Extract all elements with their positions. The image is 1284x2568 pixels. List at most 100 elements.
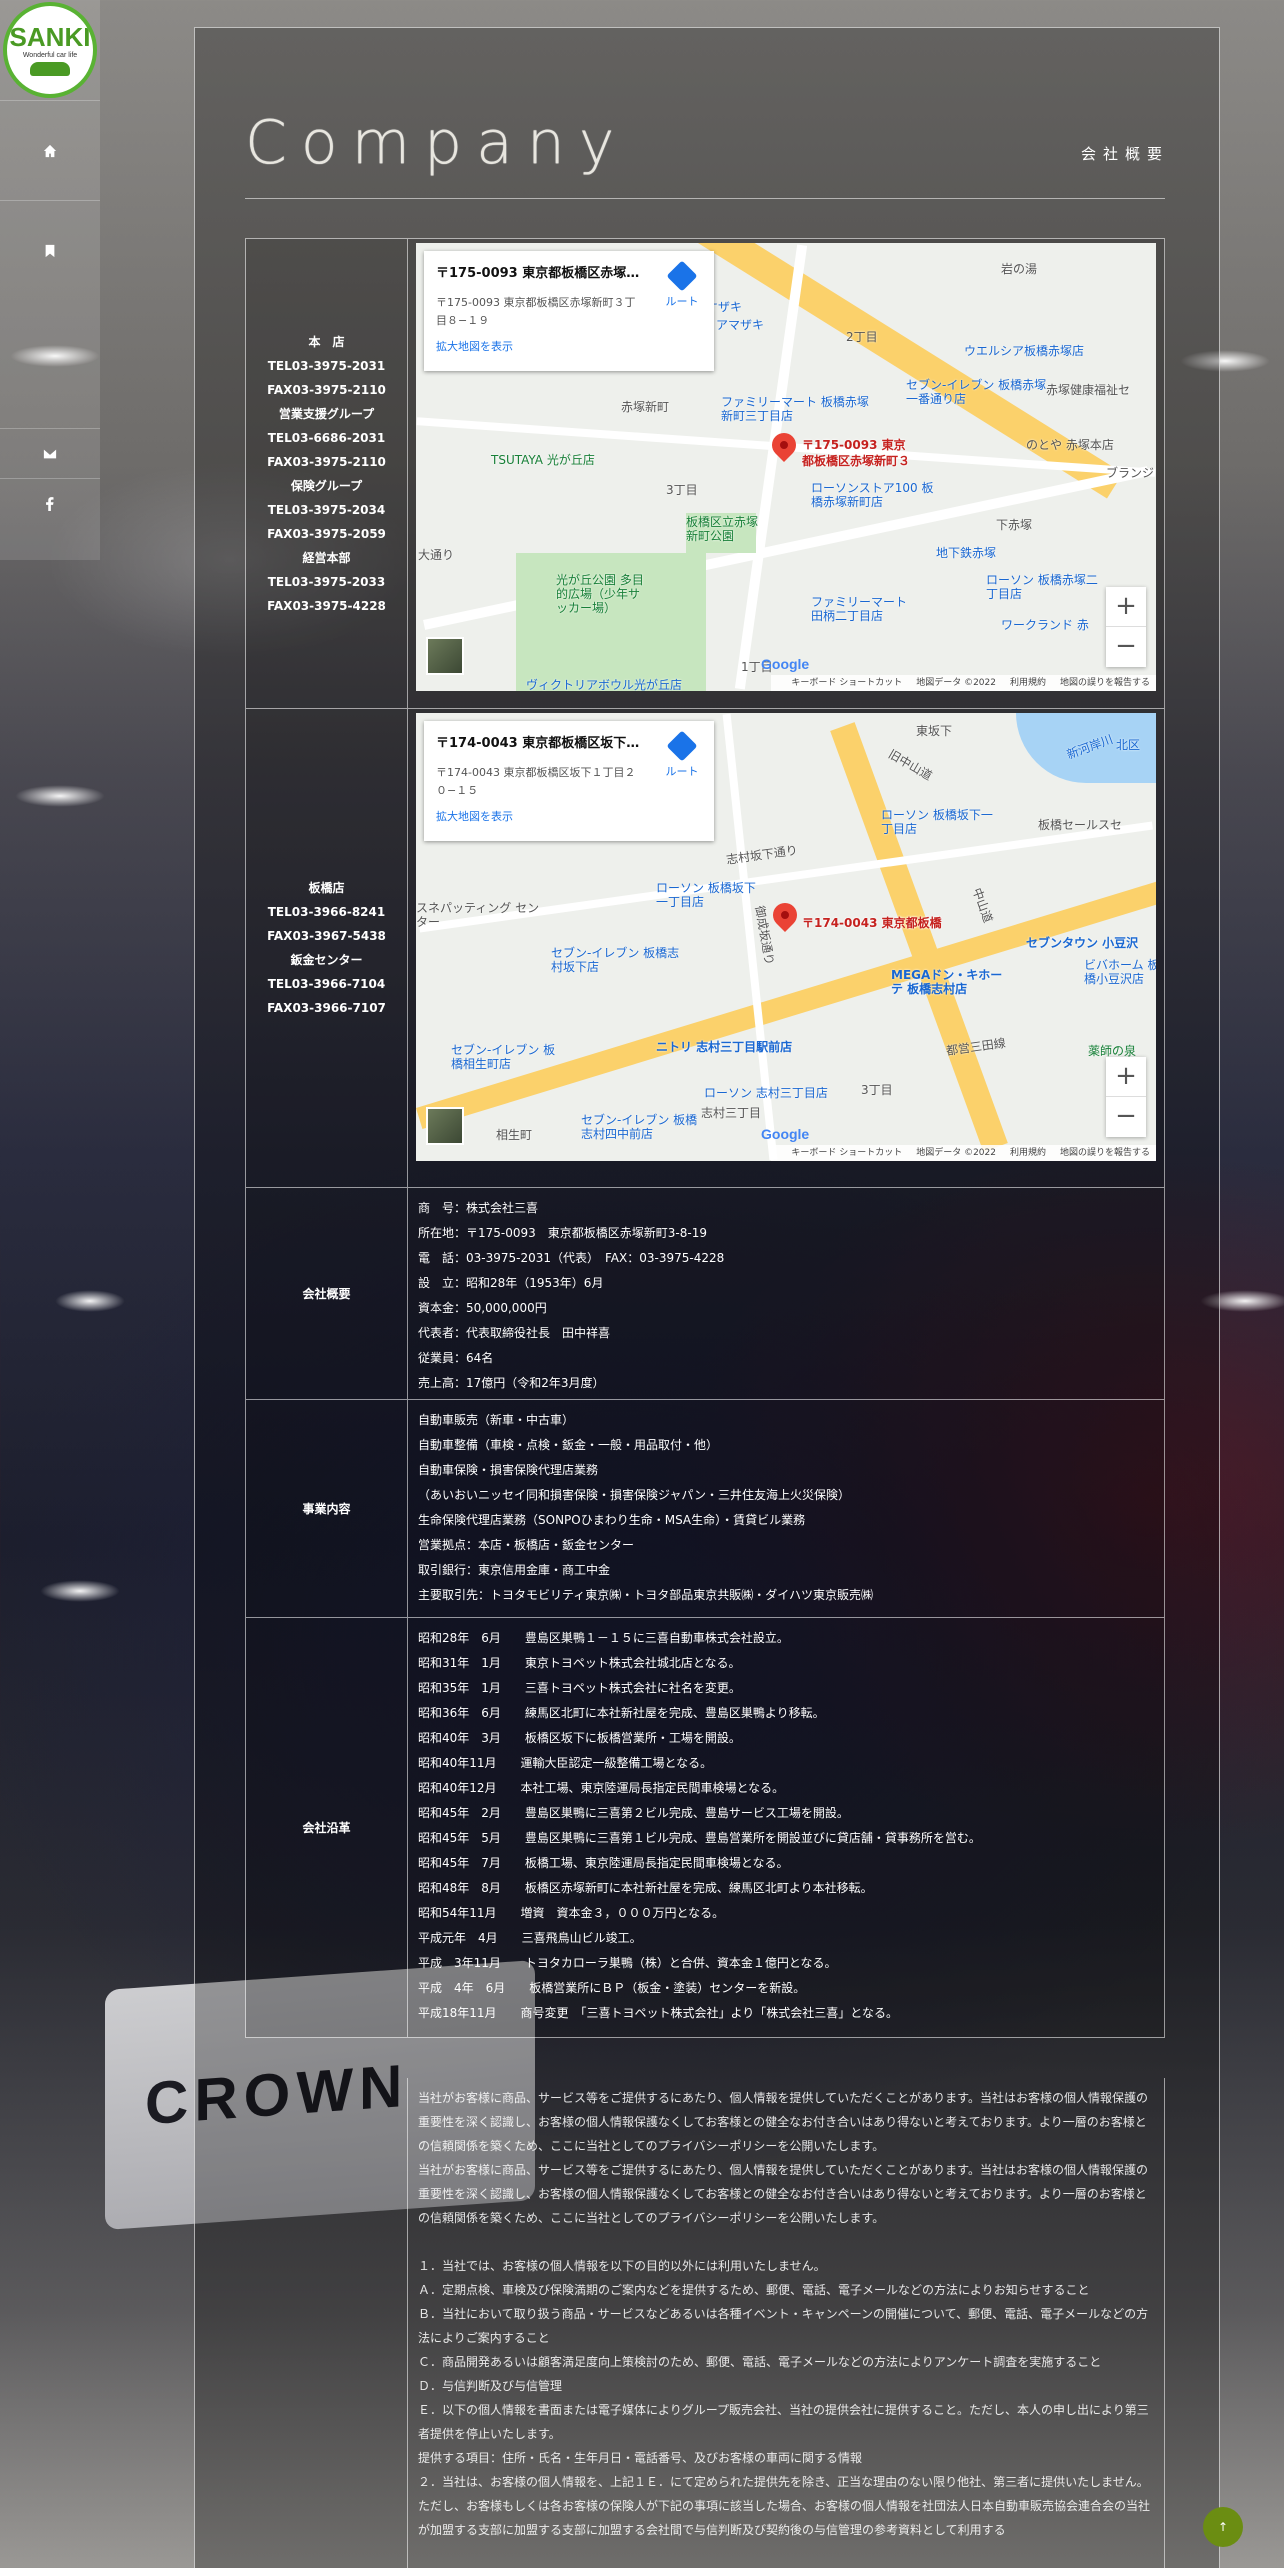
privacy-paragraph: 当社がお客様に商品、サービス等をご提供するにあたり、個人情報を提供していただくこ… — [418, 2163, 1148, 2225]
logo-car-icon — [30, 62, 70, 76]
map-label: セブン-イレブン 板橋相生町店 — [451, 1043, 556, 1071]
map-label: ローソン 板橋坂下一丁目店 — [881, 808, 993, 836]
map-label: 岩の湯 — [1001, 262, 1038, 276]
table-row-history: 会社沿革 昭和28年 6月 豊島区巣鴨１－１５に三喜自動車株式会社設立。 昭和31… — [246, 1618, 1165, 2038]
map-report-link[interactable]: 地図の誤りを報告する — [1060, 1148, 1150, 1158]
privacy-policy: 当社がお客様に商品、サービス等をご提供するにあたり、個人情報を提供していただくこ… — [407, 2078, 1165, 2568]
home-button[interactable] — [0, 100, 100, 200]
logo-wordmark: SANKI — [9, 22, 91, 52]
mail-button[interactable] — [0, 428, 100, 478]
zoom-in-button[interactable]: + — [1106, 587, 1146, 627]
map-label: 大通り — [418, 548, 455, 562]
map-place-name: 〒174-0043 東京都板橋区坂下… — [436, 736, 640, 751]
map-terms-link[interactable]: 利用規約 — [1010, 678, 1046, 688]
business-line: 取引銀行：東京信用金庫・商工中金 — [418, 1563, 611, 1577]
map-label: スネパッティング センター — [416, 901, 540, 929]
map-keyboard-shortcuts[interactable]: キーボード ショートカット — [791, 678, 902, 688]
contact-line: TEL03-3975-2034 — [267, 502, 386, 517]
map-terms-link[interactable]: 利用規約 — [1010, 1148, 1046, 1158]
overview-line: 所在地：〒175-0093 東京都板橋区赤塚新町3-8-19 — [418, 1226, 707, 1240]
map-label: アマザキ — [716, 318, 765, 332]
head-office-contacts: 本 店 TEL03-3975-2031 FAX03-3975-2110 営業支援グルー… — [246, 239, 408, 708]
google-logo: Google — [761, 1126, 810, 1142]
business-content: 自動車販売（新車・中古車） 自動車整備（車検・点検・鈑金・一般・用品取付・他） 自動… — [408, 1400, 1165, 1617]
contact-line: 保険グループ — [290, 478, 363, 493]
map-itabashi[interactable]: 東坂下 新河岸川 旧中山道 北区 ローソン 板橋坂下一丁目店 板橋セールスセ 志… — [416, 713, 1156, 1161]
map-report-link[interactable]: 地図の誤りを報告する — [1060, 678, 1150, 688]
map-label: ウエルシア板橋赤塚店 — [964, 344, 1085, 358]
overview-content: 商 号：株式会社三喜 所在地：〒175-0093 東京都板橋区赤塚新町3-8-19… — [408, 1188, 1165, 1399]
map-satellite-toggle[interactable] — [426, 1107, 464, 1145]
map-label: セブン-イレブン 板橋志村四中前店 — [581, 1113, 698, 1141]
map-directions-button[interactable]: ルート — [660, 260, 704, 314]
overview-lines: 商 号：株式会社三喜 所在地：〒175-0093 東京都板橋区赤塚新町3-8-19… — [418, 1196, 1154, 1396]
map-label: 中山道 — [969, 886, 996, 925]
home-icon — [43, 144, 57, 157]
map-label: 赤塚新町 — [621, 400, 670, 414]
overview-label: 会社概要 — [246, 1188, 408, 1399]
map-label: 旧中山道 — [885, 747, 935, 784]
contact-line: TEL03-3966-8241 — [267, 905, 386, 919]
map-place-address: 〒175-0093 東京都板橋区赤塚新町３丁目８−１９ — [436, 296, 636, 327]
map-label: 赤塚健康福祉セ — [1046, 383, 1131, 397]
google-logo: Google — [761, 656, 810, 672]
page-subtitle: 会社概要 — [1080, 145, 1169, 163]
privacy-paragraph: Ｂ．当社において取り扱う商品・サービスなどあるいは各種イベント・キャンペーンの開… — [418, 2307, 1149, 2345]
title-divider — [245, 198, 1165, 199]
privacy-paragraph: Ａ．定期点検、車検及び保険満期のご案内などを提供するため、郵便、電話、電子メール… — [418, 2283, 1090, 2297]
facebook-button[interactable] — [0, 478, 100, 528]
map-label: ファミリーマート 板橋赤塚新町三丁目店 — [721, 395, 869, 423]
map-label: ローソン 板橋赤塚二丁目店 — [986, 573, 1098, 601]
contact-line: TEL03-3975-2033 — [267, 574, 386, 589]
map-data-credit: 地図データ ©2022 — [916, 1148, 996, 1158]
map-satellite-toggle[interactable] — [426, 637, 464, 675]
privacy-paragraph: Ｅ．以下の個人情報を書面または電子媒体によりグループ販売会社、当社の提供会社に提… — [418, 2403, 1149, 2441]
zoom-in-button[interactable]: + — [1106, 1057, 1146, 1097]
contact-line: 本 店 — [308, 334, 345, 349]
map-enlarge-link[interactable]: 拡大地図を表示 — [436, 334, 513, 359]
map-enlarge-link[interactable]: 拡大地図を表示 — [436, 804, 513, 829]
table-row-business: 事業内容 自動車販売（新車・中古車） 自動車整備（車検・点検・鈑金・一般・用品取付… — [246, 1400, 1165, 1618]
map-label: セブン-イレブン 板橋赤塚一番通り店 — [906, 378, 1047, 406]
map-label: 志村三丁目 — [701, 1106, 762, 1120]
zoom-out-button[interactable]: − — [1106, 627, 1146, 667]
map-directions-button[interactable]: ルート — [660, 730, 704, 784]
directions-icon — [666, 260, 698, 292]
bookmark-button[interactable] — [0, 200, 100, 300]
privacy-text: 当社がお客様に商品、サービス等をご提供するにあたり、個人情報を提供していただくこ… — [408, 2078, 1164, 2550]
business-line: 自動車整備（車検・点検・鈑金・一般・用品取付・他） — [418, 1438, 719, 1452]
office-contact-list: 本 店 TEL03-3975-2031 FAX03-3975-2110 営業支援グルー… — [267, 330, 386, 618]
contact-line: TEL03-6686-2031 — [267, 430, 386, 445]
map-label: 3丁目 — [861, 1083, 893, 1097]
contact-line: TEL03-3966-7104 — [267, 977, 386, 991]
map-label: 東坂下 — [916, 724, 953, 738]
contact-line: 経営本部 — [302, 550, 351, 565]
map-keyboard-shortcuts[interactable]: キーボード ショートカット — [791, 1148, 902, 1158]
facebook-icon — [46, 496, 54, 511]
map-info-card: 〒174-0043 東京都板橋区坂下… 〒174-0043 東京都板橋区坂下１丁… — [424, 721, 714, 841]
table-row-itabashi: 板橋店 TEL03-3966-8241 FAX03-3967-5438 鈑金センター T… — [246, 709, 1165, 1188]
zoom-out-button[interactable]: − — [1106, 1097, 1146, 1137]
contact-line: FAX03-3975-2059 — [267, 526, 386, 541]
map-road — [734, 244, 808, 690]
business-lines: 自動車販売（新車・中古車） 自動車整備（車検・点検・鈑金・一般・用品取付・他） 自動… — [418, 1408, 1154, 1608]
map-zoom-control: + − — [1106, 1057, 1146, 1137]
privacy-paragraph: 提供する項目：住所・氏名・生年月日・電話番号、及びお客様の車両に関する情報 — [418, 2451, 863, 2465]
back-to-top-button[interactable]: ↑ — [1203, 2507, 1243, 2547]
map-label: セブンタウン 小豆沢 — [1026, 936, 1139, 950]
map-label: 北区 — [1116, 738, 1141, 752]
map-head-office[interactable]: 岩の湯 2丁目 ウエルシア板橋赤塚店 赤塚新町 ファミリーマート 板橋赤塚新町三… — [416, 243, 1156, 691]
map-label: セブン-イレブン 板橋志村坂下店 — [551, 946, 680, 974]
business-line: 自動車販売（新車・中古車） — [418, 1413, 575, 1427]
privacy-paragraph: １．当社では、お客様の個人情報を以下の目的以外には利用いたしません。 — [418, 2259, 826, 2273]
business-line: 営業拠点：本店・板橋店・鈑金センター — [418, 1538, 635, 1552]
itabashi-contacts: 板橋店 TEL03-3966-8241 FAX03-3967-5438 鈑金センター T… — [246, 709, 408, 1187]
history-line: 平成18年11月 商号変更 「三喜トヨペット株式会社」より「株式会社三喜」となる… — [418, 2006, 898, 2020]
history-line: 昭和40年11月 運輸大臣認定一級整備工場となる。 — [418, 1756, 713, 1770]
overview-line: 資本金：50,000,000円 — [418, 1301, 547, 1315]
site-logo[interactable]: SANKI Wonderful car life — [3, 2, 97, 98]
page-title: Company — [245, 108, 629, 178]
map-label: 相生町 — [496, 1128, 533, 1142]
map-data-credit: 地図データ ©2022 — [916, 678, 996, 688]
map-label: 3丁目 — [666, 483, 698, 497]
